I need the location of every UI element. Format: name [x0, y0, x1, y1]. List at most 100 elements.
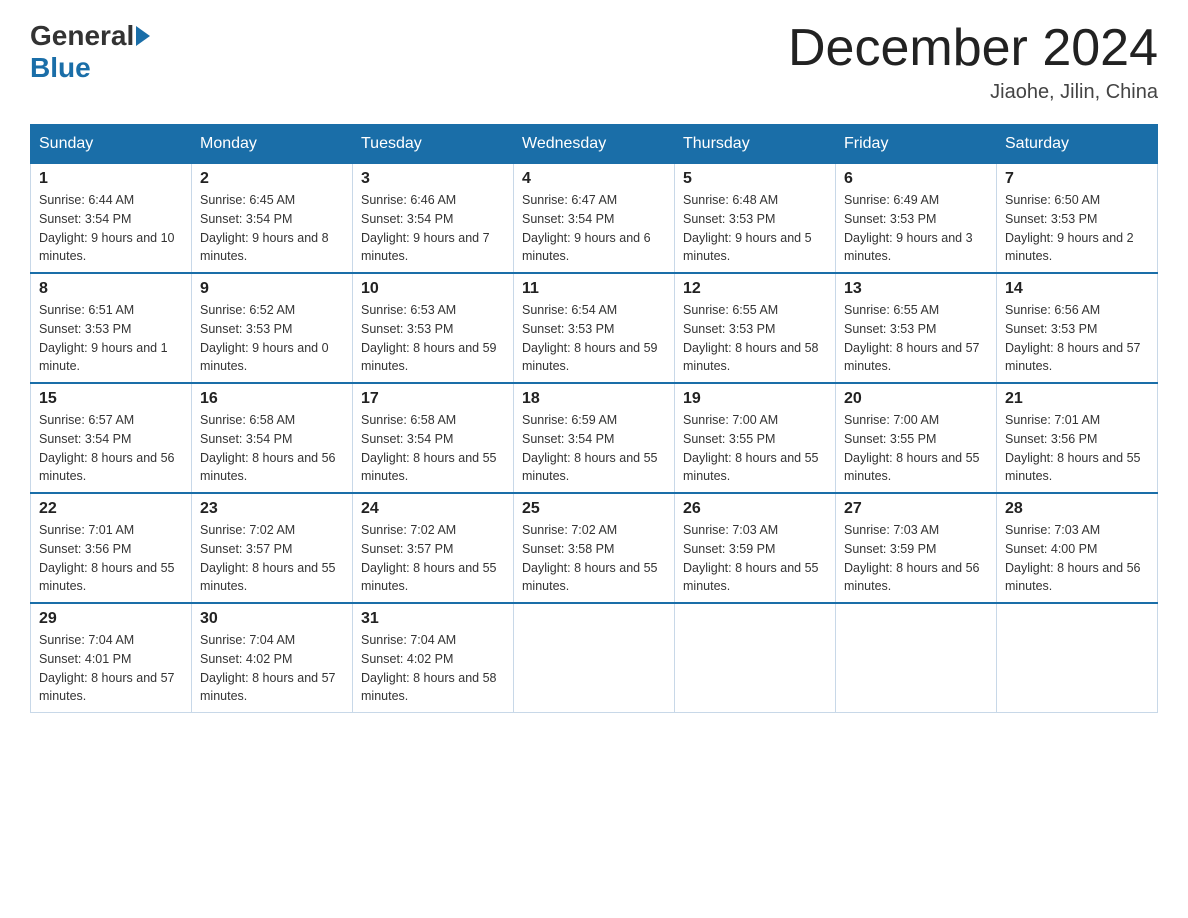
- calendar-table: SundayMondayTuesdayWednesdayThursdayFrid…: [30, 124, 1158, 713]
- day-info: Sunrise: 6:56 AMSunset: 3:53 PMDaylight:…: [1005, 301, 1149, 376]
- day-number: 21: [1005, 390, 1149, 408]
- day-number: 20: [844, 390, 988, 408]
- day-number: 18: [522, 390, 666, 408]
- day-info: Sunrise: 7:01 AMSunset: 3:56 PMDaylight:…: [1005, 411, 1149, 486]
- calendar-cell: 27 Sunrise: 7:03 AMSunset: 3:59 PMDaylig…: [836, 493, 997, 603]
- day-number: 24: [361, 500, 505, 518]
- calendar-cell: 5 Sunrise: 6:48 AMSunset: 3:53 PMDayligh…: [675, 164, 836, 274]
- day-info: Sunrise: 6:57 AMSunset: 3:54 PMDaylight:…: [39, 411, 183, 486]
- calendar-cell: 10 Sunrise: 6:53 AMSunset: 3:53 PMDaylig…: [353, 273, 514, 383]
- calendar-cell: 11 Sunrise: 6:54 AMSunset: 3:53 PMDaylig…: [514, 273, 675, 383]
- day-number: 16: [200, 390, 344, 408]
- location: Jiaohe, Jilin, China: [788, 81, 1158, 104]
- logo-blue-part: [134, 26, 150, 46]
- calendar-week-row: 29 Sunrise: 7:04 AMSunset: 4:01 PMDaylig…: [31, 603, 1158, 713]
- calendar-header-sunday: Sunday: [31, 125, 192, 164]
- calendar-cell: 2 Sunrise: 6:45 AMSunset: 3:54 PMDayligh…: [192, 164, 353, 274]
- calendar-header-thursday: Thursday: [675, 125, 836, 164]
- calendar-header-monday: Monday: [192, 125, 353, 164]
- title-section: December 2024 Jiaohe, Jilin, China: [788, 20, 1158, 104]
- calendar-header-tuesday: Tuesday: [353, 125, 514, 164]
- calendar-header-row: SundayMondayTuesdayWednesdayThursdayFrid…: [31, 125, 1158, 164]
- day-info: Sunrise: 6:54 AMSunset: 3:53 PMDaylight:…: [522, 301, 666, 376]
- day-info: Sunrise: 7:04 AMSunset: 4:02 PMDaylight:…: [200, 631, 344, 706]
- day-number: 12: [683, 280, 827, 298]
- calendar-week-row: 15 Sunrise: 6:57 AMSunset: 3:54 PMDaylig…: [31, 383, 1158, 493]
- day-info: Sunrise: 7:03 AMSunset: 3:59 PMDaylight:…: [844, 521, 988, 596]
- day-number: 4: [522, 170, 666, 188]
- calendar-body: 1 Sunrise: 6:44 AMSunset: 3:54 PMDayligh…: [31, 164, 1158, 713]
- day-number: 14: [1005, 280, 1149, 298]
- calendar-cell: 4 Sunrise: 6:47 AMSunset: 3:54 PMDayligh…: [514, 164, 675, 274]
- calendar-cell: 16 Sunrise: 6:58 AMSunset: 3:54 PMDaylig…: [192, 383, 353, 493]
- logo-arrow-icon: [136, 26, 150, 46]
- day-info: Sunrise: 7:03 AMSunset: 4:00 PMDaylight:…: [1005, 521, 1149, 596]
- day-number: 23: [200, 500, 344, 518]
- day-info: Sunrise: 6:51 AMSunset: 3:53 PMDaylight:…: [39, 301, 183, 376]
- day-number: 25: [522, 500, 666, 518]
- day-number: 9: [200, 280, 344, 298]
- day-info: Sunrise: 6:48 AMSunset: 3:53 PMDaylight:…: [683, 191, 827, 266]
- calendar-week-row: 1 Sunrise: 6:44 AMSunset: 3:54 PMDayligh…: [31, 164, 1158, 274]
- calendar-cell: 8 Sunrise: 6:51 AMSunset: 3:53 PMDayligh…: [31, 273, 192, 383]
- day-info: Sunrise: 7:02 AMSunset: 3:57 PMDaylight:…: [361, 521, 505, 596]
- day-info: Sunrise: 7:03 AMSunset: 3:59 PMDaylight:…: [683, 521, 827, 596]
- day-number: 28: [1005, 500, 1149, 518]
- day-number: 29: [39, 610, 183, 628]
- day-number: 2: [200, 170, 344, 188]
- calendar-cell: 15 Sunrise: 6:57 AMSunset: 3:54 PMDaylig…: [31, 383, 192, 493]
- calendar-cell: 18 Sunrise: 6:59 AMSunset: 3:54 PMDaylig…: [514, 383, 675, 493]
- day-number: 30: [200, 610, 344, 628]
- day-info: Sunrise: 6:46 AMSunset: 3:54 PMDaylight:…: [361, 191, 505, 266]
- day-info: Sunrise: 7:02 AMSunset: 3:57 PMDaylight:…: [200, 521, 344, 596]
- day-info: Sunrise: 7:02 AMSunset: 3:58 PMDaylight:…: [522, 521, 666, 596]
- day-info: Sunrise: 7:04 AMSunset: 4:02 PMDaylight:…: [361, 631, 505, 706]
- calendar-cell: 3 Sunrise: 6:46 AMSunset: 3:54 PMDayligh…: [353, 164, 514, 274]
- day-number: 17: [361, 390, 505, 408]
- calendar-cell: 12 Sunrise: 6:55 AMSunset: 3:53 PMDaylig…: [675, 273, 836, 383]
- day-info: Sunrise: 6:55 AMSunset: 3:53 PMDaylight:…: [683, 301, 827, 376]
- day-info: Sunrise: 6:47 AMSunset: 3:54 PMDaylight:…: [522, 191, 666, 266]
- calendar-week-row: 8 Sunrise: 6:51 AMSunset: 3:53 PMDayligh…: [31, 273, 1158, 383]
- day-info: Sunrise: 7:00 AMSunset: 3:55 PMDaylight:…: [683, 411, 827, 486]
- day-info: Sunrise: 6:52 AMSunset: 3:53 PMDaylight:…: [200, 301, 344, 376]
- day-number: 1: [39, 170, 183, 188]
- calendar-cell: [514, 603, 675, 713]
- day-info: Sunrise: 6:50 AMSunset: 3:53 PMDaylight:…: [1005, 191, 1149, 266]
- day-info: Sunrise: 6:59 AMSunset: 3:54 PMDaylight:…: [522, 411, 666, 486]
- calendar-cell: 26 Sunrise: 7:03 AMSunset: 3:59 PMDaylig…: [675, 493, 836, 603]
- day-number: 6: [844, 170, 988, 188]
- calendar-header-friday: Friday: [836, 125, 997, 164]
- day-number: 8: [39, 280, 183, 298]
- calendar-cell: 6 Sunrise: 6:49 AMSunset: 3:53 PMDayligh…: [836, 164, 997, 274]
- day-info: Sunrise: 6:55 AMSunset: 3:53 PMDaylight:…: [844, 301, 988, 376]
- day-info: Sunrise: 6:44 AMSunset: 3:54 PMDaylight:…: [39, 191, 183, 266]
- calendar-cell: 9 Sunrise: 6:52 AMSunset: 3:53 PMDayligh…: [192, 273, 353, 383]
- logo-blue-text: Blue: [30, 52, 91, 84]
- day-number: 13: [844, 280, 988, 298]
- calendar-cell: 28 Sunrise: 7:03 AMSunset: 4:00 PMDaylig…: [997, 493, 1158, 603]
- calendar-cell: 20 Sunrise: 7:00 AMSunset: 3:55 PMDaylig…: [836, 383, 997, 493]
- day-number: 22: [39, 500, 183, 518]
- calendar-cell: 13 Sunrise: 6:55 AMSunset: 3:53 PMDaylig…: [836, 273, 997, 383]
- day-info: Sunrise: 7:04 AMSunset: 4:01 PMDaylight:…: [39, 631, 183, 706]
- day-number: 5: [683, 170, 827, 188]
- calendar-cell: 22 Sunrise: 7:01 AMSunset: 3:56 PMDaylig…: [31, 493, 192, 603]
- logo: General Blue: [30, 20, 150, 84]
- day-info: Sunrise: 6:49 AMSunset: 3:53 PMDaylight:…: [844, 191, 988, 266]
- day-number: 15: [39, 390, 183, 408]
- calendar-cell: 30 Sunrise: 7:04 AMSunset: 4:02 PMDaylig…: [192, 603, 353, 713]
- day-info: Sunrise: 7:01 AMSunset: 3:56 PMDaylight:…: [39, 521, 183, 596]
- day-info: Sunrise: 7:00 AMSunset: 3:55 PMDaylight:…: [844, 411, 988, 486]
- calendar-cell: 24 Sunrise: 7:02 AMSunset: 3:57 PMDaylig…: [353, 493, 514, 603]
- logo-general-text: General: [30, 20, 134, 52]
- calendar-cell: [836, 603, 997, 713]
- day-info: Sunrise: 6:45 AMSunset: 3:54 PMDaylight:…: [200, 191, 344, 266]
- day-number: 27: [844, 500, 988, 518]
- calendar-cell: 7 Sunrise: 6:50 AMSunset: 3:53 PMDayligh…: [997, 164, 1158, 274]
- page-header: General Blue December 2024 Jiaohe, Jilin…: [30, 20, 1158, 104]
- day-number: 7: [1005, 170, 1149, 188]
- calendar-cell: 23 Sunrise: 7:02 AMSunset: 3:57 PMDaylig…: [192, 493, 353, 603]
- day-number: 11: [522, 280, 666, 298]
- day-number: 26: [683, 500, 827, 518]
